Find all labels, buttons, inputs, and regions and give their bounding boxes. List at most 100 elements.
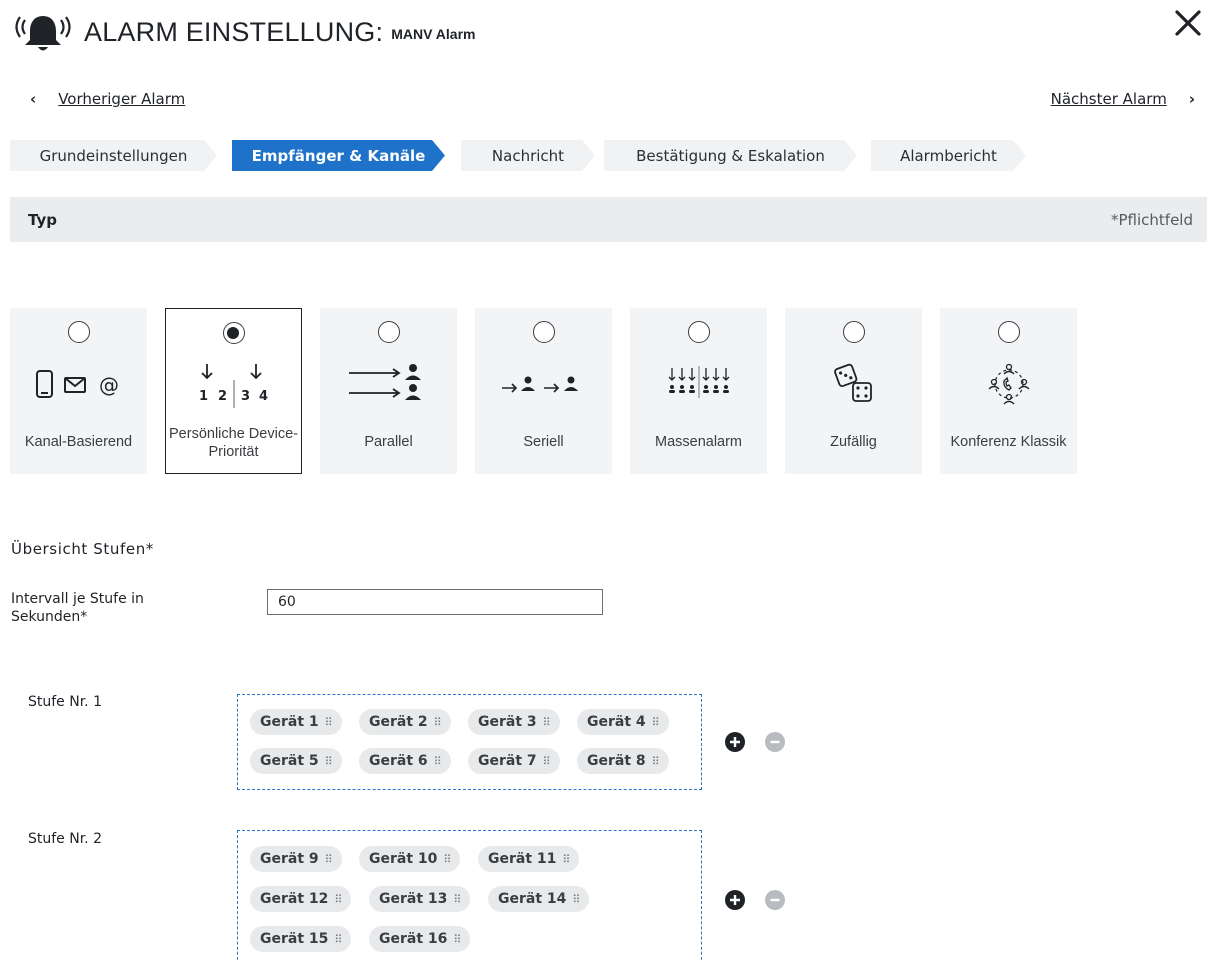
minus-icon	[770, 898, 780, 902]
drag-handle-icon[interactable]: ⠿	[334, 893, 342, 906]
radio-button[interactable]	[532, 321, 555, 343]
drag-handle-icon[interactable]: ⠿	[434, 716, 442, 729]
device-chip[interactable]: Gerät 3 ⠿	[468, 709, 560, 735]
radio-button[interactable]	[687, 321, 710, 343]
interval-input[interactable]	[267, 589, 603, 615]
step-bestaetigung-eskalation[interactable]: Bestätigung & Eskalation	[604, 140, 857, 171]
at-sign: @	[99, 373, 119, 397]
device-chip[interactable]: Gerät 14 ⠿	[488, 886, 590, 912]
device-name: Gerät 9	[260, 851, 319, 867]
device-chip[interactable]: Gerät 7 ⠿	[468, 748, 560, 774]
type-card-zufaellig[interactable]: Zufällig	[785, 308, 922, 474]
drag-handle-icon[interactable]: ⠿	[334, 933, 342, 946]
device-name: Gerät 4	[587, 714, 646, 730]
type-card-massenalarm[interactable]: Massenalarm	[630, 308, 767, 474]
alarm-bell-icon	[15, 16, 71, 51]
device-chip[interactable]: Gerät 16 ⠿	[369, 926, 471, 952]
level-label: Stufe Nr. 1	[28, 694, 102, 710]
type-card-konferenz-klassik[interactable]: Konferenz Klassik	[940, 308, 1077, 474]
device-name: Gerät 15	[260, 931, 329, 947]
drag-handle-icon[interactable]: ⠿	[543, 716, 551, 729]
type-label: Kanal-Basierend	[24, 433, 133, 450]
plus-icon	[730, 895, 740, 905]
add-level-button[interactable]	[725, 732, 745, 752]
device-chip[interactable]: Gerät 9 ⠿	[250, 846, 342, 872]
device-name: Gerät 2	[369, 714, 428, 730]
type-card-kanal-basierend[interactable]: @ Kanal-Basierend	[10, 308, 147, 474]
conference-icon	[940, 354, 1077, 414]
device-chip[interactable]: Gerät 5 ⠿	[250, 748, 342, 774]
drag-handle-icon[interactable]: ⠿	[434, 755, 442, 768]
step-grundeinstellungen[interactable]: Grundeinstellungen	[10, 140, 217, 171]
previous-alarm-label[interactable]: Vorheriger Alarm	[58, 90, 185, 108]
interval-label: Intervall je Stufe in Sekunden*	[11, 591, 144, 625]
device-chip[interactable]: Gerät 8 ⠿	[577, 748, 669, 774]
next-alarm-label[interactable]: Nächster Alarm	[1051, 90, 1167, 108]
step-nachricht[interactable]: Nachricht	[461, 140, 595, 171]
page-title: ALARM EINSTELLUNG:	[84, 16, 384, 47]
drag-handle-icon[interactable]: ⠿	[652, 716, 660, 729]
drag-handle-icon[interactable]: ⠿	[325, 716, 333, 729]
type-card-seriell[interactable]: Seriell	[475, 308, 612, 474]
chevron-left-icon: ‹	[30, 90, 37, 108]
device-chip[interactable]: Gerät 6 ⠿	[359, 748, 451, 774]
device-chip[interactable]: Gerät 2 ⠿	[359, 709, 451, 735]
drag-handle-icon[interactable]: ⠿	[543, 755, 551, 768]
drag-handle-icon[interactable]: ⠿	[453, 893, 461, 906]
section-title: Typ	[28, 210, 57, 229]
step-alarmbericht[interactable]: Alarmbericht	[871, 140, 1026, 171]
device-name: Gerät 8	[587, 753, 646, 769]
add-level-button[interactable]	[725, 890, 745, 910]
type-label: Persönliche Device-Priorität	[169, 425, 298, 460]
level-2-dropzone[interactable]: Gerät 9 ⠿ Gerät 10 ⠿ Gerät 11 ⠿ Gerät 12 ⠿ G…	[237, 830, 702, 962]
priority-number: 1	[199, 389, 208, 404]
priority-number: 4	[259, 389, 268, 404]
drag-handle-icon[interactable]: ⠿	[652, 755, 660, 768]
drag-handle-icon[interactable]: ⠿	[453, 933, 461, 946]
radio-button-checked[interactable]	[222, 322, 245, 344]
minus-icon	[770, 740, 780, 744]
device-name: Gerät 1	[260, 714, 319, 730]
device-name: Gerät 5	[260, 753, 319, 769]
plus-icon	[730, 737, 740, 747]
device-chip[interactable]: Gerät 13 ⠿	[369, 886, 471, 912]
drag-handle-icon[interactable]: ⠿	[562, 853, 570, 866]
step-empfaenger-kanaele[interactable]: Empfänger & Kanäle	[232, 140, 445, 171]
device-chip[interactable]: Gerät 11 ⠿	[478, 846, 580, 872]
priority-number: 2	[218, 389, 227, 404]
remove-level-button[interactable]	[765, 890, 785, 910]
radio-button[interactable]	[842, 321, 865, 343]
dice-icon	[785, 354, 922, 414]
type-label: Seriell	[523, 433, 564, 450]
next-alarm-link[interactable]: Nächster Alarm ›	[1051, 90, 1195, 108]
radio-button[interactable]	[997, 321, 1020, 343]
drag-handle-icon[interactable]: ⠿	[443, 853, 451, 866]
close-icon[interactable]	[1173, 8, 1203, 38]
device-chip[interactable]: Gerät 10 ⠿	[359, 846, 461, 872]
serial-icon	[475, 354, 612, 414]
type-label: Zufällig	[830, 433, 877, 450]
type-card-parallel[interactable]: Parallel	[320, 308, 457, 474]
required-note: *Pflichtfeld	[1111, 210, 1193, 229]
radio-button[interactable]	[67, 321, 90, 343]
drag-handle-icon[interactable]: ⠿	[325, 755, 333, 768]
device-chip[interactable]: Gerät 15 ⠿	[250, 926, 352, 952]
drag-handle-icon[interactable]: ⠿	[572, 893, 580, 906]
type-card-persoenliche-device-prioritaet[interactable]: 1 2 3 4 Persönliche Device-Priorität	[165, 308, 302, 474]
mass-alarm-icon	[630, 354, 767, 414]
alarm-name: MANV Alarm	[391, 26, 476, 42]
device-chip[interactable]: Gerät 4 ⠿	[577, 709, 669, 735]
device-name: Gerät 12	[260, 891, 329, 907]
device-chip[interactable]: Gerät 1 ⠿	[250, 709, 342, 735]
remove-level-button[interactable]	[765, 732, 785, 752]
type-label: Konferenz Klassik	[950, 433, 1067, 450]
device-priority-icon: 1 2 3 4	[166, 355, 301, 415]
priority-number: 3	[241, 389, 250, 404]
radio-button[interactable]	[377, 321, 400, 343]
overview-title: Übersicht Stufen*	[11, 540, 154, 558]
device-chip[interactable]: Gerät 12 ⠿	[250, 886, 352, 912]
device-name: Gerät 3	[478, 714, 537, 730]
level-1-dropzone[interactable]: Gerät 1 ⠿ Gerät 2 ⠿ Gerät 3 ⠿ Gerät 4 ⠿ Gerä…	[237, 694, 702, 790]
previous-alarm-link[interactable]: ‹ Vorheriger Alarm	[30, 90, 185, 108]
drag-handle-icon[interactable]: ⠿	[325, 853, 333, 866]
